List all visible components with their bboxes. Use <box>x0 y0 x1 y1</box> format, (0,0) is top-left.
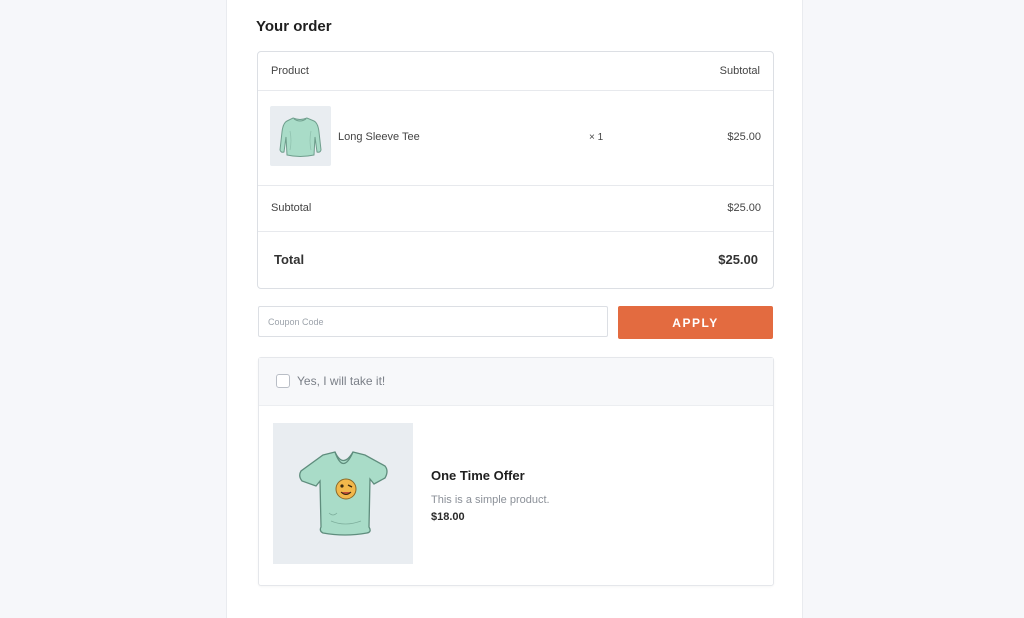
offer-title: One Time Offer <box>431 468 525 483</box>
order-item-row: Long Sleeve Tee × 1 $25.00 <box>258 91 773 186</box>
column-product: Product <box>271 65 309 77</box>
apply-coupon-button[interactable]: APPLY <box>618 306 773 339</box>
total-label: Total <box>274 252 305 267</box>
coupon-code-input[interactable] <box>258 306 608 337</box>
offer-price: $18.00 <box>431 511 465 523</box>
accept-offer-checkbox[interactable] <box>276 374 290 388</box>
subtotal-row: Subtotal $25.00 <box>258 186 773 232</box>
total-value: $25.00 <box>718 252 758 267</box>
v-neck-tee-icon <box>273 423 413 564</box>
item-quantity: × 1 <box>589 132 604 143</box>
column-subtotal: Subtotal <box>719 65 760 77</box>
offer-accept-header: Yes, I will take it! <box>259 358 773 406</box>
item-price: $25.00 <box>727 131 761 143</box>
checkout-panel: Your order Product Subtotal Long Sleeve … <box>226 0 803 618</box>
order-table-header: Product Subtotal <box>258 52 773 91</box>
order-table: Product Subtotal Long Sleeve Tee × 1 $25… <box>257 51 774 289</box>
one-time-offer-box: Yes, I will take it! One Time Offer This… <box>258 357 774 586</box>
accept-offer-label[interactable]: Yes, I will take it! <box>297 374 385 388</box>
subtotal-label: Subtotal <box>271 202 312 214</box>
order-title: Your order <box>256 18 332 35</box>
offer-description: This is a simple product. <box>431 494 550 506</box>
item-name: Long Sleeve Tee <box>338 131 420 143</box>
long-sleeve-tee-icon <box>270 106 331 166</box>
total-row: Total $25.00 <box>258 232 773 289</box>
subtotal-value: $25.00 <box>727 202 761 214</box>
